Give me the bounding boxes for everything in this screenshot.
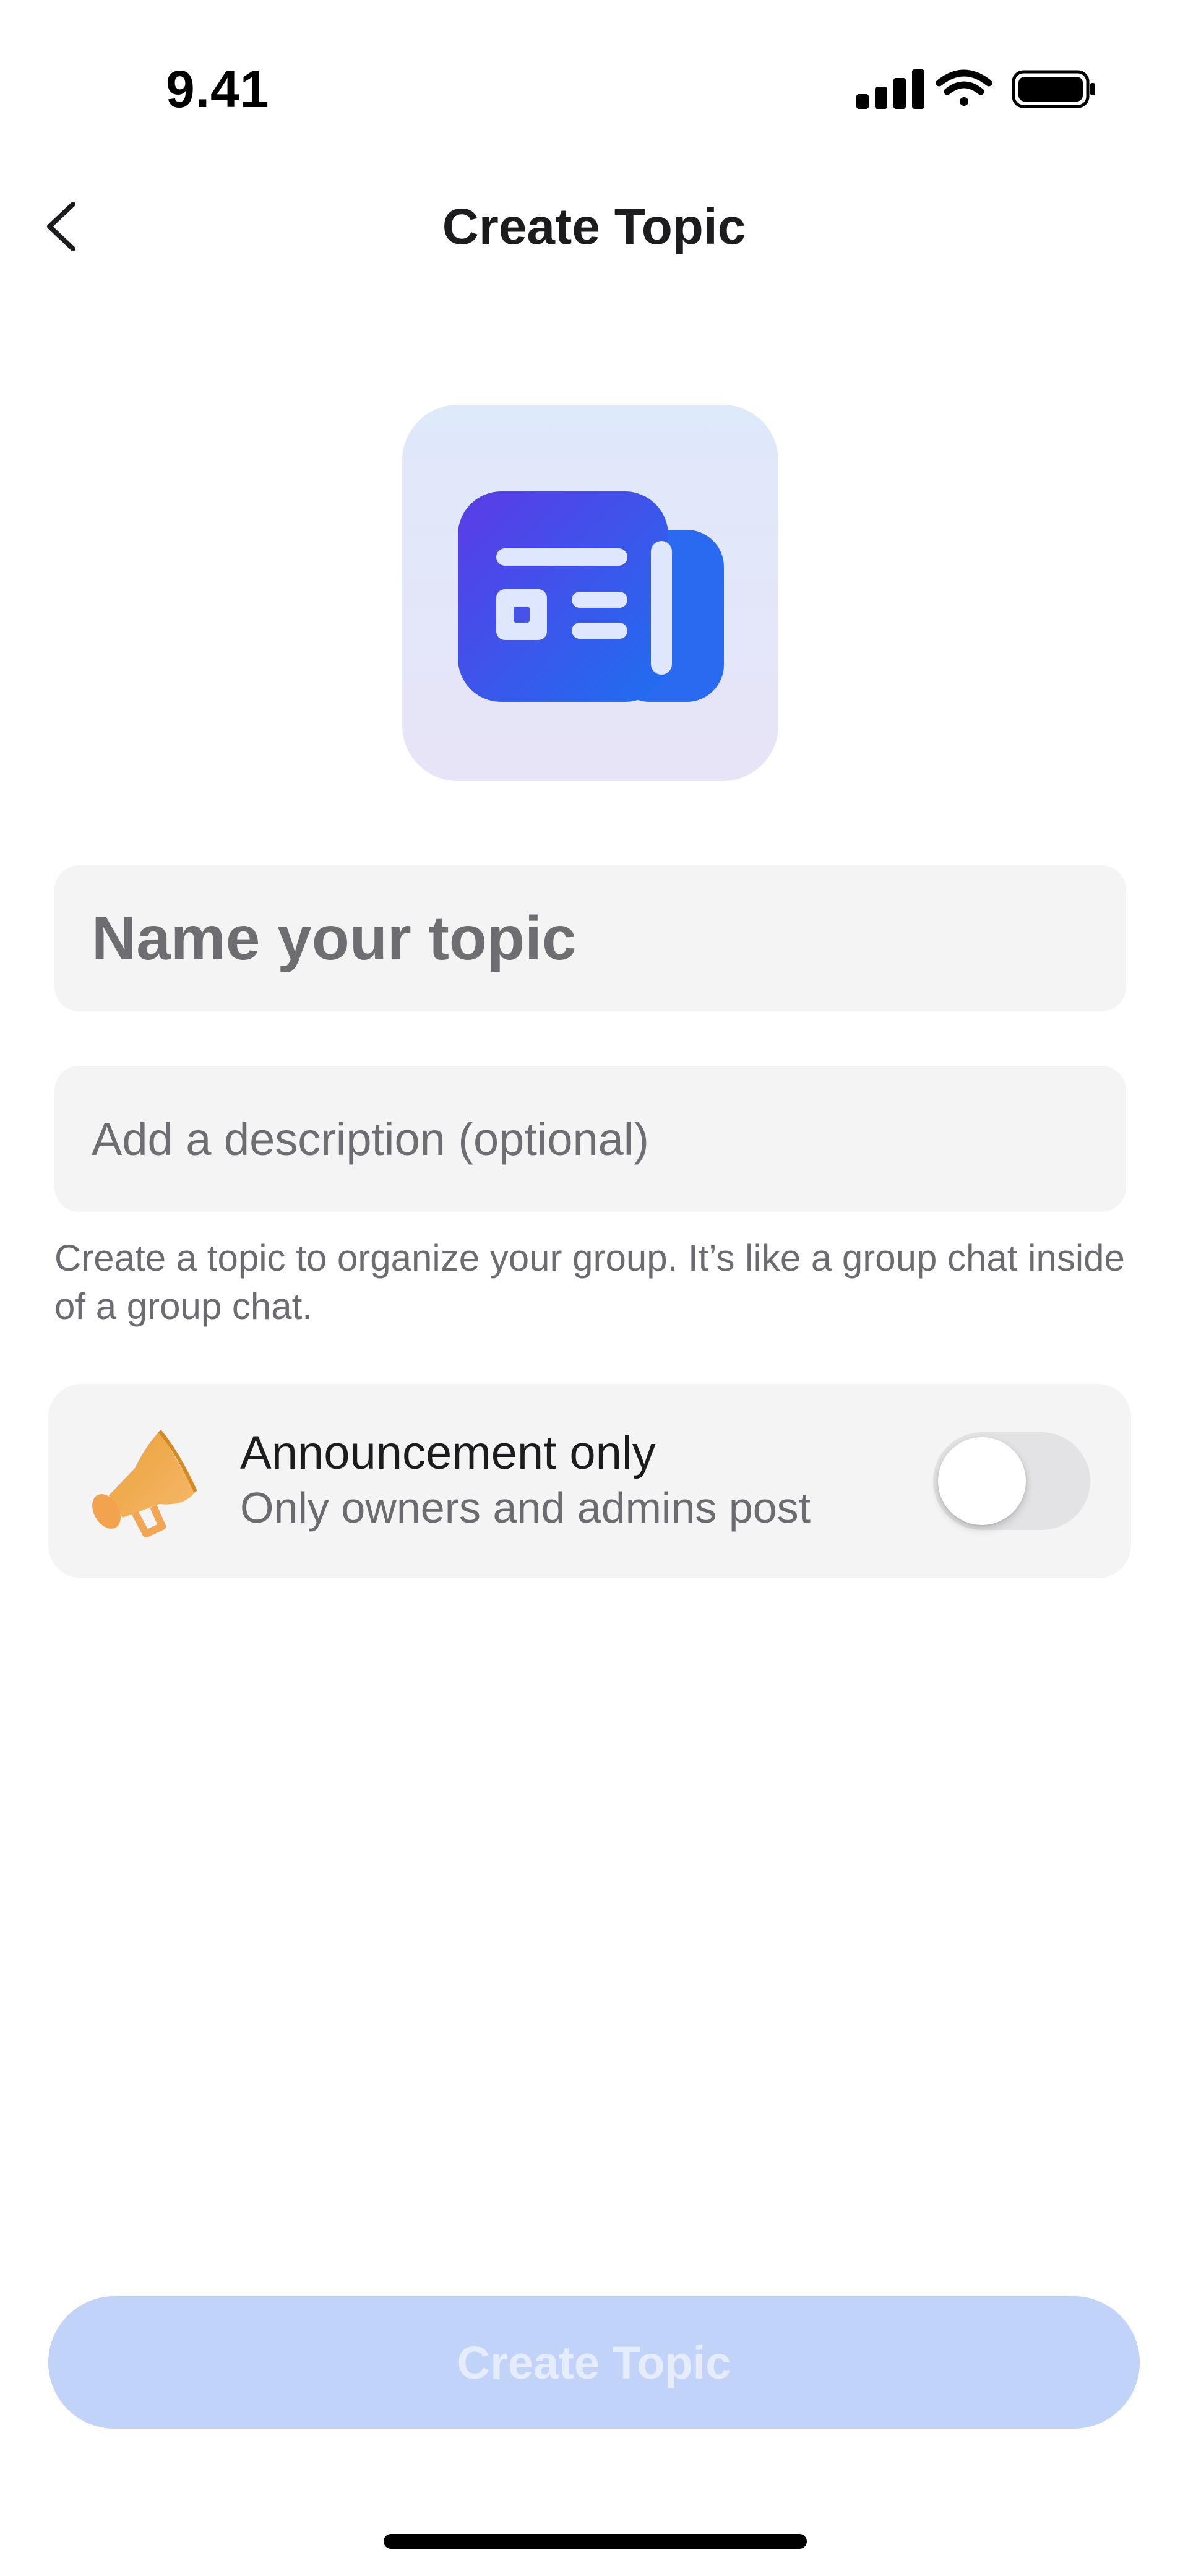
announcement-subtitle: Only owners and admins post [240,1484,811,1532]
topic-name-input[interactable] [54,865,1126,1011]
megaphone-icon [85,1425,203,1542]
status-icons [853,67,1100,110]
helper-text: Create a topic to organize your group. I… [54,1237,1125,1327]
create-topic-button[interactable]: Create Topic [48,2296,1140,2429]
home-indicator [384,2534,807,2549]
wifi-icon [936,69,992,106]
status-time: 9.41 [166,60,270,118]
topic-description-input[interactable] [54,1066,1126,1212]
toggle-knob [938,1437,1026,1525]
topic-icon-picker[interactable] [402,405,778,781]
battery-icon [1012,70,1095,108]
cellular-signal-icon [856,69,924,109]
announcement-title: Announcement only [240,1427,656,1479]
page-title: Create Topic [442,199,746,255]
announcement-only-row: Announcement only Only owners and admins… [48,1384,1131,1578]
newspaper-icon [458,491,724,702]
announcement-toggle[interactable] [933,1432,1090,1530]
